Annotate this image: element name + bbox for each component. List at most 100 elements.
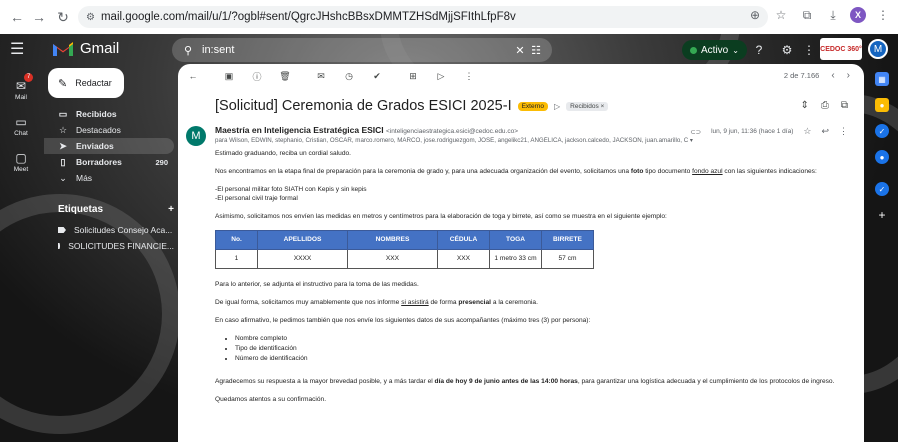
zoom-icon[interactable]: ⊕ (746, 6, 764, 24)
text-bold: día de hoy 9 de junio antes de las 14:00… (434, 377, 578, 385)
more-options-icon[interactable]: ⋮ (462, 71, 476, 82)
gmail-logo[interactable]: Gmail (52, 40, 119, 57)
left-rail: ✉ 7 Mail ▭ Chat ▢ Meet (0, 72, 42, 180)
inbox-label-chip[interactable]: Recibidos × (566, 101, 609, 111)
table-cell: XXX (437, 249, 490, 270)
star-icon[interactable]: ☆ (803, 126, 811, 137)
report-spam-icon[interactable]: ⓘ (250, 70, 264, 83)
sender-avatar: M (186, 126, 206, 146)
reload-icon[interactable]: ↻ (52, 6, 74, 28)
tasks-icon[interactable]: ✓ (875, 124, 889, 138)
compose-button[interactable]: ✎ Redactar (48, 68, 124, 98)
print-icon[interactable]: ⎙ (821, 100, 829, 111)
rail-label: Meet (13, 166, 29, 173)
rail-item-chat[interactable]: ▭ Chat (0, 108, 42, 144)
keep-icon[interactable]: ● (875, 98, 889, 112)
chat-icon: ▭ (15, 115, 27, 129)
extensions-icon[interactable]: ⧉ (798, 6, 816, 24)
label-item[interactable]: Solicitudes Consejo Aca... (44, 222, 174, 238)
browser-profile-avatar[interactable]: X (850, 7, 866, 23)
sidebar-item-destacados[interactable]: ☆ Destacados (44, 122, 174, 138)
sender-email: <inteligenciaestrategica.esici@cedoc.edu… (386, 128, 519, 135)
contacts-icon[interactable]: ● (875, 150, 889, 164)
add-addon-icon[interactable]: + (875, 208, 889, 222)
back-arrow-icon[interactable]: ← (186, 71, 200, 81)
sidebar-item-borradores[interactable]: ▯ Borradores 290 (44, 154, 174, 170)
paragraph: -El personal militar foto SIATH con Kepi… (215, 186, 855, 204)
organization-logo[interactable]: CEDOC 360° (820, 38, 862, 60)
labels-header: Etiquetas + (58, 204, 174, 215)
star-icon: ☆ (58, 124, 68, 135)
delete-icon[interactable]: 🗑 (278, 71, 292, 82)
mark-unread-icon[interactable]: ✉ (314, 71, 328, 82)
rail-item-meet[interactable]: ▢ Meet (0, 144, 42, 180)
paragraph: Para lo anterior, se adjunta el instruct… (215, 281, 419, 289)
addon-check-icon[interactable]: ✓ (875, 182, 889, 196)
table-header: NOMBRES (347, 230, 438, 251)
previous-icon[interactable]: ‹ (831, 70, 834, 81)
site-info-icon[interactable]: ⚙ (86, 12, 95, 23)
back-icon[interactable]: ← (6, 6, 28, 28)
next-icon[interactable]: › (847, 70, 850, 81)
label-icon[interactable]: ▷ (434, 71, 448, 82)
search-icon[interactable]: ⚲ (180, 44, 196, 57)
pager-text: 2 de 7.166 (783, 71, 820, 80)
draft-icon: ▯ (60, 156, 66, 167)
paragraph: De igual forma, solicitamos muy amableme… (215, 299, 855, 308)
table-cell: 1 metro 33 cm (489, 249, 542, 270)
table-cell: 57 cm (541, 249, 594, 270)
table-header: BIRRETE (541, 230, 594, 251)
message-meta: ⊂⊃ lun, 9 jun, 11:36 (hace 1 día) ☆ ↩ ⋮ (690, 126, 848, 137)
table-header: No. (215, 230, 258, 251)
table-header-row: No. APELLIDOS NOMBRES CÉDULA TOGA BIRRET… (215, 230, 594, 251)
add-task-icon[interactable]: ✔ (370, 71, 384, 82)
main-menu-icon[interactable]: ☰ (10, 42, 30, 58)
add-label-icon[interactable]: + (168, 204, 174, 215)
sidebar-item-recibidos[interactable]: ▭ Recibidos (44, 106, 174, 122)
sidebar-item-enviados[interactable]: ➤ Enviados (44, 138, 174, 154)
text-bold: foto (630, 167, 644, 175)
label-name: SOLICITUDES FINANCIE... (68, 241, 174, 251)
sidebar-item-label: Enviados (76, 141, 114, 151)
clear-search-icon[interactable]: ✕ (512, 44, 528, 57)
text-underline: fondo azul (692, 167, 723, 175)
companion-data-list: Nombre completo Tipo de identificación N… (235, 335, 855, 364)
bookmark-star-icon[interactable]: ☆ (772, 6, 790, 24)
status-selector[interactable]: Activo ⌄ (682, 40, 747, 60)
sidebar-item-count: 290 (155, 157, 168, 167)
expand-all-icon[interactable]: ⇕ (800, 100, 808, 111)
label-name: Solicitudes Consejo Aca... (74, 225, 173, 235)
help-icon[interactable]: ? (750, 41, 768, 59)
paragraph: Asimismo, solicitamos nos envíen las med… (215, 212, 667, 220)
search-bar[interactable]: ⚲ in:sent ✕ ☷ (172, 38, 552, 62)
table-cell: XXXX (257, 249, 348, 270)
subject-row: [Solicitud] Ceremonia de Grados ESICI 20… (215, 98, 609, 114)
snooze-icon[interactable]: ◷ (342, 71, 356, 82)
text: de forma (428, 299, 459, 307)
message-date: lun, 9 jun, 11:36 (hace 1 día) (711, 128, 794, 135)
gmail-app: ☰ Gmail ⚲ in:sent ✕ ☷ Activo ⌄ ? ⚙ ⋮ ⋮ CE… (0, 34, 898, 442)
message-toolbar: ← ▣ ⓘ 🗑 ✉ ◷ ✔ ⊞ ▷ ⋮ 2 de 7.166 ‹ › (178, 64, 864, 88)
address-bar[interactable]: ⚙ mail.google.com/mail/u/1/?ogbl#sent/Qg… (78, 6, 768, 28)
rail-item-mail[interactable]: ✉ 7 Mail (0, 72, 42, 108)
calendar-icon[interactable]: ▦ (875, 72, 889, 86)
account-avatar[interactable]: M (868, 39, 888, 59)
archive-icon[interactable]: ▣ (222, 71, 236, 82)
reply-icon[interactable]: ↩ (821, 126, 829, 137)
message-more-icon[interactable]: ⋮ (839, 126, 848, 137)
paragraph: Agradecemos su respuesta a la mayor brev… (215, 378, 855, 387)
browser-menu-icon[interactable]: ⋮ (874, 6, 892, 24)
label-item[interactable]: SOLICITUDES FINANCIE... (44, 238, 174, 254)
subject-actions: ⇕ ⎙ ⧉ (800, 100, 848, 111)
forward-icon[interactable]: → (28, 6, 50, 28)
download-icon[interactable]: ⤓ (824, 6, 842, 24)
search-options-icon[interactable]: ☷ (528, 44, 544, 57)
settings-gear-icon[interactable]: ⚙ (778, 41, 796, 59)
open-new-window-icon[interactable]: ⧉ (841, 100, 848, 111)
list-item: Tipo de identificación (235, 345, 855, 354)
sidebar-item-mas[interactable]: ⌄ Más (44, 170, 174, 186)
move-to-icon[interactable]: ⊞ (406, 71, 420, 82)
recipients-line[interactable]: para Wilson, EDWIN, stephanio, Cristian,… (215, 137, 715, 144)
search-input[interactable]: in:sent (202, 44, 512, 56)
text-underline: si asistirá (401, 299, 429, 307)
